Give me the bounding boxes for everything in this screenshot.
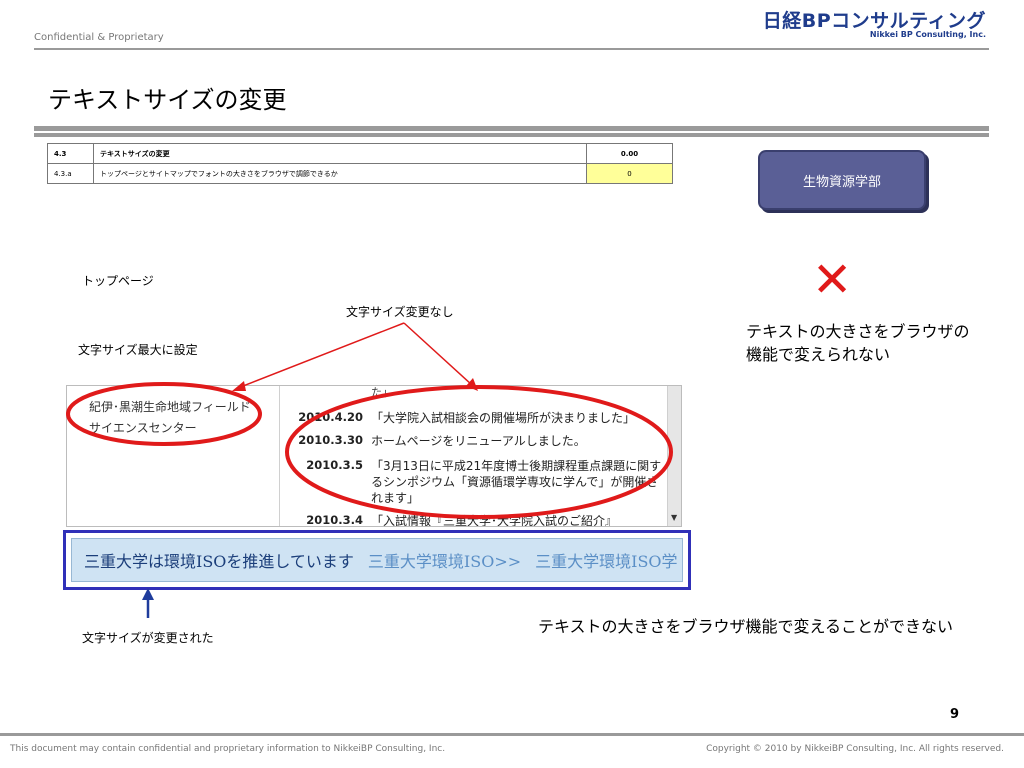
verdict-bottom-text: テキストの大きさをブラウザ機能で変えることができない: [538, 617, 954, 636]
banner-item[interactable]: 三重大学環境ISO学: [535, 548, 677, 572]
news-text: 「大学院入試相談会の開催場所が決まりました」: [371, 411, 636, 425]
banner-highlight-frame: 三重大学は環境ISOを推進しています 三重大学環境ISO>> 三重大学環境ISO…: [63, 530, 691, 590]
footer-disclaimer: This document may contain confidential a…: [10, 744, 446, 754]
news-text: 「3月13日に平成21年度博士後期課程重点課題に関するシンポジウム「資源循環学専…: [371, 459, 662, 505]
title-divider-thin: [34, 133, 989, 137]
criteria-text: テキストサイズの変更: [93, 143, 587, 164]
criteria-number: 4.3.a: [47, 163, 94, 184]
arrow-line-left: [237, 322, 405, 389]
footer-copyright: Copyright © 2010 by NikkeiBP Consulting,…: [706, 744, 1004, 754]
criteria-table: 4.3 テキストサイズの変更 0.00 4.3.a トップページとサイトマップで…: [47, 143, 673, 184]
brand-logo-en: Nikkei BP Consulting, Inc.: [869, 30, 986, 39]
list-item[interactable]: 2010.3.30 ホームページをリニューアルしました。: [289, 433, 669, 449]
top-page-label: トップページ: [82, 274, 154, 288]
annotation-overlay: [66, 322, 673, 618]
max-setting-label: 文字サイズ最大に設定: [78, 343, 198, 357]
criteria-number: 4.3: [47, 143, 94, 164]
list-item[interactable]: 2010.4.20 「大学院入試相談会の開催場所が決まりました」: [289, 410, 669, 426]
list-item[interactable]: 2010.3.5 「3月13日に平成21年度博士後期課程重点課題に関するシンポジ…: [289, 458, 669, 506]
news-date: 2010.3.5: [306, 458, 363, 472]
confidential-label: Confidential & Proprietary: [34, 32, 164, 43]
changed-label: 文字サイズが変更された: [82, 631, 214, 645]
table-row: 4.3.a トップページとサイトマップでフォントの大きさをブラウザで調節できるか…: [47, 163, 673, 184]
arrow-line-right: [403, 322, 473, 386]
brand-logo-jp: 日経BPコンサルティング: [762, 10, 986, 32]
news-date: 2010.4.20: [298, 410, 363, 424]
cross-icon: ✕: [812, 252, 853, 308]
news-cut-text: た」: [371, 386, 393, 399]
scrollbar[interactable]: ▼: [667, 386, 681, 526]
screenshot-divider: [279, 386, 280, 526]
scroll-down-icon[interactable]: ▼: [671, 513, 677, 522]
verdict-top-text: テキストの大きさをブラウザの機能で変えられない: [746, 322, 970, 364]
criteria-score: 0: [586, 163, 673, 184]
table-row: 4.3 テキストサイズの変更 0.00: [47, 143, 673, 164]
environment-banner[interactable]: 三重大学は環境ISOを推進しています 三重大学環境ISO>> 三重大学環境ISO…: [71, 538, 683, 582]
header-divider: [34, 48, 989, 50]
news-text: ホームページをリニューアルしました。: [371, 434, 586, 448]
page-title: テキストサイズの変更: [48, 86, 287, 114]
news-date: 2010.3.30: [298, 433, 363, 447]
sidebar-link-field-science[interactable]: 紀伊･黒潮生命地域フィールドサイエンスセンター: [89, 397, 259, 439]
criteria-text: トップページとサイトマップでフォントの大きさをブラウザで調節できるか: [93, 163, 587, 184]
faculty-button[interactable]: 生物資源学部: [758, 150, 926, 210]
title-divider-thick: [34, 126, 989, 131]
banner-item[interactable]: 三重大学は環境ISOを推進しています: [84, 548, 354, 572]
website-screenshot: 紀伊･黒潮生命地域フィールドサイエンスセンター た」 2010.4.20 「大学…: [66, 385, 682, 527]
news-text: 「入試情報『三重大学･大学院入試のご紹介』: [371, 514, 618, 527]
banner-item[interactable]: 三重大学環境ISO>>: [368, 548, 521, 572]
no-change-label: 文字サイズ変更なし: [346, 305, 454, 319]
criteria-score: 0.00: [586, 143, 673, 164]
list-item[interactable]: 2010.3.4 「入試情報『三重大学･大学院入試のご紹介』: [289, 513, 669, 527]
news-date: 2010.3.4: [306, 513, 363, 527]
footer-divider: [0, 733, 1024, 736]
page-number: 9: [950, 707, 960, 722]
